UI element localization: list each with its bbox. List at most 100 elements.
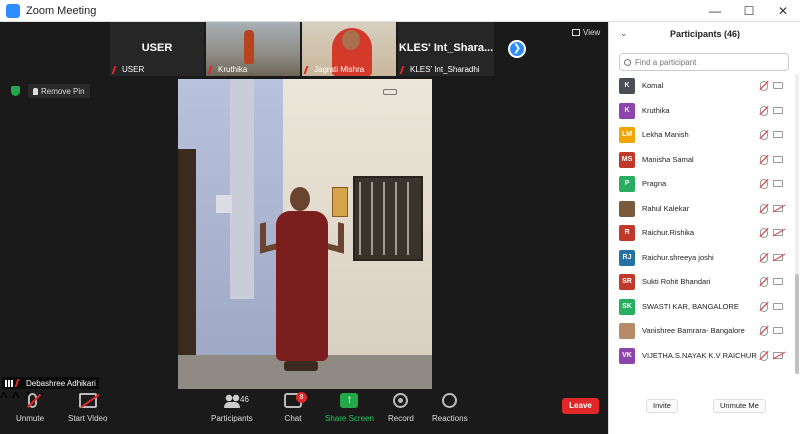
participant-name: Komal (642, 81, 664, 90)
video-pillar (230, 79, 254, 299)
leave-button[interactable]: Leave (562, 398, 599, 414)
thumbnail-jagrati[interactable]: Jagrati Mishra (302, 22, 396, 76)
video-ceiling-fixture (383, 89, 397, 95)
participant-row[interactable]: P Pragna (609, 172, 795, 196)
unmute-me-button[interactable]: Unmute Me (713, 399, 766, 413)
view-button[interactable]: View (572, 28, 600, 37)
video-icon (773, 327, 783, 334)
search-icon (624, 58, 631, 66)
muted-mic-icon (760, 105, 768, 116)
avatar: K (619, 102, 635, 119)
window-controls: — ☐ ✕ (698, 0, 800, 22)
participant-row[interactable]: RJ Raichur.shreeya joshi (609, 246, 795, 270)
audio-options-caret[interactable]: ^ (0, 390, 8, 407)
participant-row[interactable]: VK VIJETHA.S.NAYAK K.V RAICHUR (609, 344, 795, 368)
participant-row[interactable]: Rahul Kalekar (609, 197, 795, 221)
unmute-button[interactable]: Unmute (16, 393, 44, 423)
video-person-feet (284, 361, 318, 371)
share-screen-button[interactable]: Share Screen (325, 392, 374, 423)
avatar: RJ (619, 249, 635, 266)
avatar: P (619, 176, 635, 192)
participant-name: Rahul Kalekar (642, 203, 690, 213)
muted-mic-icon (760, 154, 768, 165)
muted-microphone-icon (27, 393, 37, 408)
avatar: LM (619, 127, 635, 143)
avatar (619, 200, 635, 217)
thumbnail-kles[interactable]: KLES' Int_Shara... KLES' Int_Sharadhi (398, 22, 494, 76)
video-icon (773, 278, 783, 285)
invite-button[interactable]: Invite (646, 399, 678, 413)
muted-mic-icon (760, 130, 768, 140)
participant-row[interactable]: R Raichur.Rishika (609, 221, 795, 245)
avatar: K (619, 78, 635, 94)
minimize-button[interactable]: — (698, 0, 732, 22)
collapse-chevron-icon[interactable]: ⌄ (620, 28, 628, 39)
chat-button[interactable]: 8 Chat (284, 392, 307, 423)
video-icon (773, 155, 783, 163)
avatar: MS (619, 151, 635, 168)
maximize-button[interactable]: ☐ (732, 0, 766, 22)
participant-row[interactable]: SK SWASTI KAR, BANGALORE (609, 295, 795, 319)
title-bar: Zoom Meeting — ☐ ✕ (0, 0, 800, 22)
participants-icon (222, 393, 241, 408)
panel-header: ⌄ Participants (46) (609, 22, 800, 46)
thumbnail-user[interactable]: USER USER (110, 22, 204, 76)
participant-list: K Komal K Kruthika LM Lekha Manish MS Manisha S… (609, 74, 795, 374)
reactions-icon (442, 393, 458, 408)
participants-count: 46 (240, 395, 249, 404)
muted-mic-icon (303, 65, 314, 74)
participant-row[interactable]: LM Lekha Manish (609, 123, 795, 147)
remove-pin-button[interactable]: Remove Pin (28, 84, 90, 98)
muted-mic-icon (111, 65, 122, 74)
avatar: SR (619, 274, 635, 290)
video-icon (773, 131, 783, 138)
muted-mic-icon (399, 65, 410, 74)
next-page-button[interactable]: ❯ (508, 40, 526, 58)
participant-row[interactable]: K Komal (609, 74, 795, 98)
security-shield-icon[interactable] (11, 86, 20, 96)
close-button[interactable]: ✕ (766, 0, 800, 22)
participant-name: Pragna (642, 179, 667, 188)
video-icon (773, 180, 783, 187)
avatar: VK (619, 347, 635, 364)
muted-mic-icon (760, 277, 768, 287)
thumbnail-big-label: KLES' Int_Shara... (398, 42, 494, 54)
participant-row[interactable]: MS Manisha Samal (609, 148, 795, 172)
active-speaker-label: Debashree Adhikari (2, 377, 99, 389)
record-icon (393, 393, 409, 408)
record-button[interactable]: Record (388, 393, 414, 423)
participant-row[interactable]: Vanishree Bamrara- Bangalore (609, 319, 795, 343)
participant-list-scrollbar[interactable] (795, 74, 799, 374)
muted-mic-icon (760, 203, 768, 214)
muted-mic-icon (760, 326, 768, 336)
participant-name: Sukti Rohit Bhandari (642, 277, 711, 286)
muted-mic-icon (760, 350, 768, 361)
avatar: SK (619, 298, 635, 315)
thumbnail-kruthika[interactable]: Kruthika (206, 22, 300, 76)
muted-mic-icon (14, 379, 25, 387)
participant-name: Lekha Manish (642, 130, 689, 139)
video-person (244, 30, 254, 64)
chat-icon: 8 (284, 392, 307, 408)
avatar: R (619, 225, 635, 241)
share-screen-icon (340, 392, 359, 408)
participant-row[interactable]: K Kruthika (609, 99, 795, 123)
video-picture-frame (332, 187, 348, 217)
participant-search[interactable] (619, 53, 789, 71)
participant-name: VIJETHA.S.NAYAK K.V RAICHUR (642, 350, 757, 360)
video-off-icon (78, 393, 97, 408)
participant-name: Kruthika (642, 105, 670, 115)
thumbnail-name: USER (111, 65, 144, 74)
zoom-window: Zoom Meeting — ☐ ✕ USER USER Kruthika Ja… (0, 0, 800, 434)
video-person-saree (276, 211, 328, 361)
video-shelf (216, 195, 232, 213)
participant-name: SWASTI KAR, BANGALORE (642, 301, 739, 311)
thumbnail-name: Kruthika (207, 65, 247, 74)
participant-name: Raichur.Rishika (642, 228, 695, 237)
search-input[interactable] (635, 57, 775, 67)
start-video-button[interactable]: Start Video (68, 393, 107, 423)
participant-row[interactable]: SR Sukti Rohit Bhandari (609, 270, 795, 294)
scrollbar-thumb[interactable] (795, 274, 799, 374)
reactions-button[interactable]: Reactions (432, 393, 468, 423)
pin-icon (33, 87, 38, 95)
